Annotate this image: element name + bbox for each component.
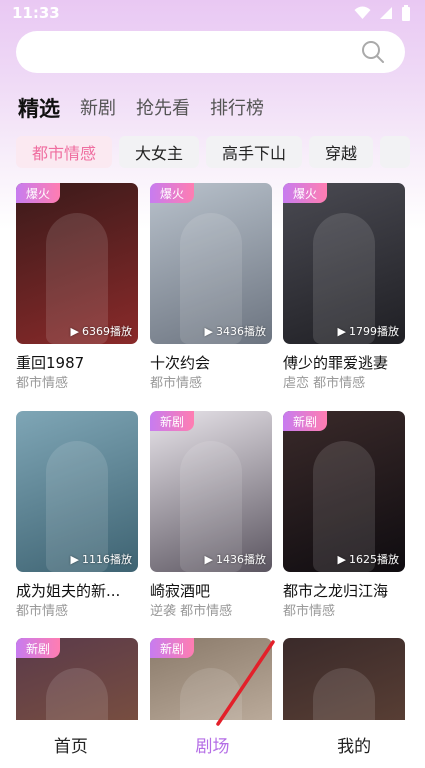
tab-featured[interactable]: 精选 — [18, 96, 60, 122]
battery-icon — [402, 5, 410, 21]
play-count: ▶ 1436播放 — [205, 551, 266, 567]
tab-new[interactable]: 新剧 — [80, 96, 116, 122]
play-count-text: 3436播放 — [216, 325, 266, 338]
card-title[interactable]: 成为姐夫的新... — [16, 580, 138, 602]
card-badge: 新剧 — [283, 411, 328, 431]
poster-image[interactable]: 爆火 ▶ 6369播放 — [16, 183, 138, 344]
card-title[interactable]: 重回1987 — [16, 352, 138, 374]
nav-theater[interactable]: 剧场 — [162, 732, 262, 757]
play-icon: ▶ — [70, 552, 79, 566]
play-count-text: 1116播放 — [82, 553, 132, 566]
card-badge: 新剧 — [16, 638, 61, 658]
play-count: ▶ 1625播放 — [338, 551, 399, 567]
chip-heroine[interactable]: 大女主 — [119, 136, 200, 168]
play-icon: ▶ — [337, 324, 346, 338]
card-tags: 虐恋 都市情感 — [283, 376, 366, 391]
play-count-text: 1799播放 — [349, 325, 399, 338]
drama-card[interactable]: 新剧 ▶ 1436播放崎寂酒吧逆袭 都市情感 — [150, 411, 272, 622]
status-time: 11:33 — [12, 4, 60, 22]
category-tabs: 精选 新剧 抢先看 排行榜 — [18, 92, 264, 122]
tab-ranking[interactable]: 排行榜 — [210, 96, 264, 122]
search-icon[interactable] — [361, 40, 385, 64]
tab-preview[interactable]: 抢先看 — [136, 96, 190, 122]
signal-icon — [380, 7, 392, 19]
play-icon: ▶ — [204, 552, 213, 566]
search-input[interactable] — [16, 31, 405, 73]
play-icon: ▶ — [204, 324, 213, 338]
nav-home[interactable]: 首页 — [21, 732, 121, 757]
card-badge: 爆火 — [283, 183, 328, 203]
chip-urban-romance[interactable]: 都市情感 — [16, 136, 113, 168]
card-tags: 都市情感 — [16, 376, 69, 391]
play-count-text: 1436播放 — [216, 553, 266, 566]
card-badge: 爆火 — [16, 183, 61, 203]
chip-time-travel[interactable]: 穿越 — [309, 136, 374, 168]
drama-card[interactable]: 新剧 ▶ 1625播放都市之龙归江海都市情感 — [283, 411, 405, 622]
poster-image[interactable]: ▶ 1116播放 — [16, 411, 138, 572]
card-tags: 都市情感 — [16, 604, 69, 619]
nav-profile[interactable]: 我的 — [304, 732, 404, 757]
card-title[interactable]: 崎寂酒吧 — [150, 580, 272, 602]
card-tags: 都市情感 — [150, 376, 203, 391]
play-count: ▶ 1799播放 — [338, 323, 399, 339]
card-badge: 新剧 — [150, 411, 195, 431]
drama-card[interactable]: 爆火 ▶ 3436播放十次约会都市情感 — [150, 183, 272, 394]
card-title[interactable]: 都市之龙归江海 — [283, 580, 405, 602]
card-title[interactable]: 傅少的罪爱逃妻 — [283, 352, 405, 374]
play-count-text: 1625播放 — [349, 553, 399, 566]
drama-card[interactable]: 爆火 ▶ 6369播放重回1987 都市情感 — [16, 183, 138, 394]
genre-chips: 都市情感 大女主 高手下山 穿越 — [16, 136, 425, 170]
status-bar: 11:33 — [0, 0, 425, 26]
drama-card[interactable]: 爆火 ▶ 1799播放傅少的罪爱逃妻虐恋 都市情感 — [283, 183, 405, 394]
play-count: ▶ 1116播放 — [71, 551, 132, 567]
play-count-text: 6369播放 — [82, 325, 132, 338]
wifi-icon — [354, 6, 371, 19]
poster-image[interactable]: 新剧 ▶ 1436播放 — [150, 411, 272, 572]
poster-image[interactable]: 新剧 ▶ 1625播放 — [283, 411, 405, 572]
play-icon: ▶ — [337, 552, 346, 566]
play-icon: ▶ — [70, 324, 79, 338]
poster-image[interactable]: 爆火 ▶ 1799播放 — [283, 183, 405, 344]
card-badge: 爆火 — [150, 183, 195, 203]
play-count: ▶ 6369播放 — [71, 323, 132, 339]
bottom-nav: 首页 剧场 我的 — [0, 720, 425, 768]
chip-more[interactable] — [380, 136, 411, 168]
card-tags: 逆袭 都市情感 — [150, 604, 233, 619]
play-count: ▶ 3436播放 — [205, 323, 266, 339]
chip-master[interactable]: 高手下山 — [206, 136, 303, 168]
card-title[interactable]: 十次约会 — [150, 352, 272, 374]
card-tags: 都市情感 — [283, 604, 336, 619]
drama-card[interactable]: ▶ 1116播放成为姐夫的新... 都市情感 — [16, 411, 138, 622]
poster-image[interactable]: 爆火 ▶ 3436播放 — [150, 183, 272, 344]
card-badge: 新剧 — [150, 638, 195, 658]
status-icons — [354, 5, 411, 21]
